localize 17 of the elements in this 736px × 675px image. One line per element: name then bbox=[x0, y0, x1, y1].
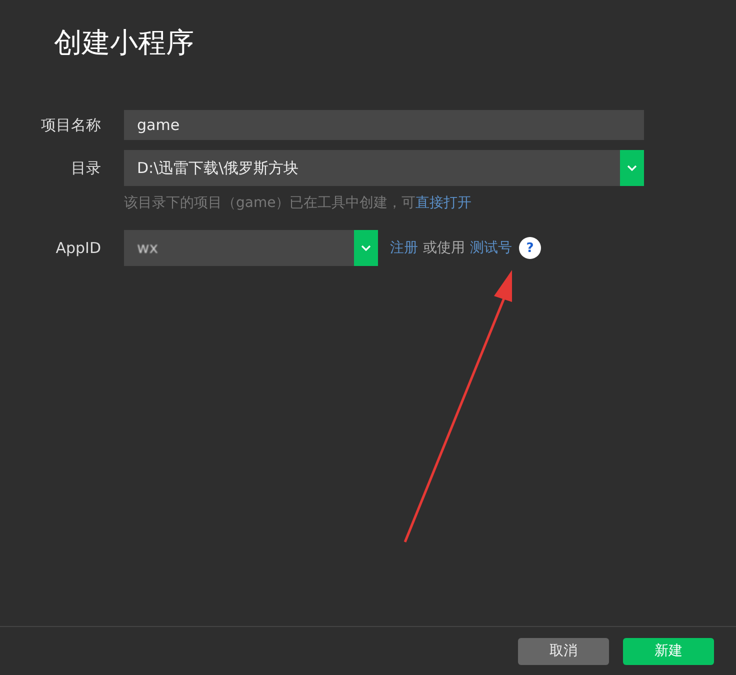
text-link[interactable]: 注册 bbox=[390, 239, 418, 257]
appid-select[interactable]: wx bbox=[124, 230, 378, 266]
field-label: 项目名称 bbox=[40, 115, 102, 136]
help-icon[interactable]: ? bbox=[519, 237, 541, 259]
field-label: AppID bbox=[54, 238, 102, 259]
dropdown-icon[interactable] bbox=[620, 150, 644, 186]
text-link[interactable]: 测试号 bbox=[470, 239, 512, 257]
dialog-title: 创建小程序 bbox=[54, 25, 195, 61]
cancel-button[interactable]: 取消 bbox=[518, 638, 609, 664]
create-button[interactable]: 新建 bbox=[623, 638, 714, 664]
dropdown-icon[interactable] bbox=[354, 230, 378, 266]
field-label: 目录 bbox=[70, 158, 102, 179]
input-field[interactable]: game bbox=[124, 110, 644, 140]
or-text: 或使用 bbox=[423, 239, 465, 257]
hint-text: 该目录下的项目（game）已在工具中创建，可直接打开 bbox=[124, 194, 473, 212]
open-link[interactable]: 直接打开 bbox=[416, 195, 472, 211]
directory-select[interactable]: D:\迅雷下载\俄罗斯方块 bbox=[124, 150, 644, 186]
